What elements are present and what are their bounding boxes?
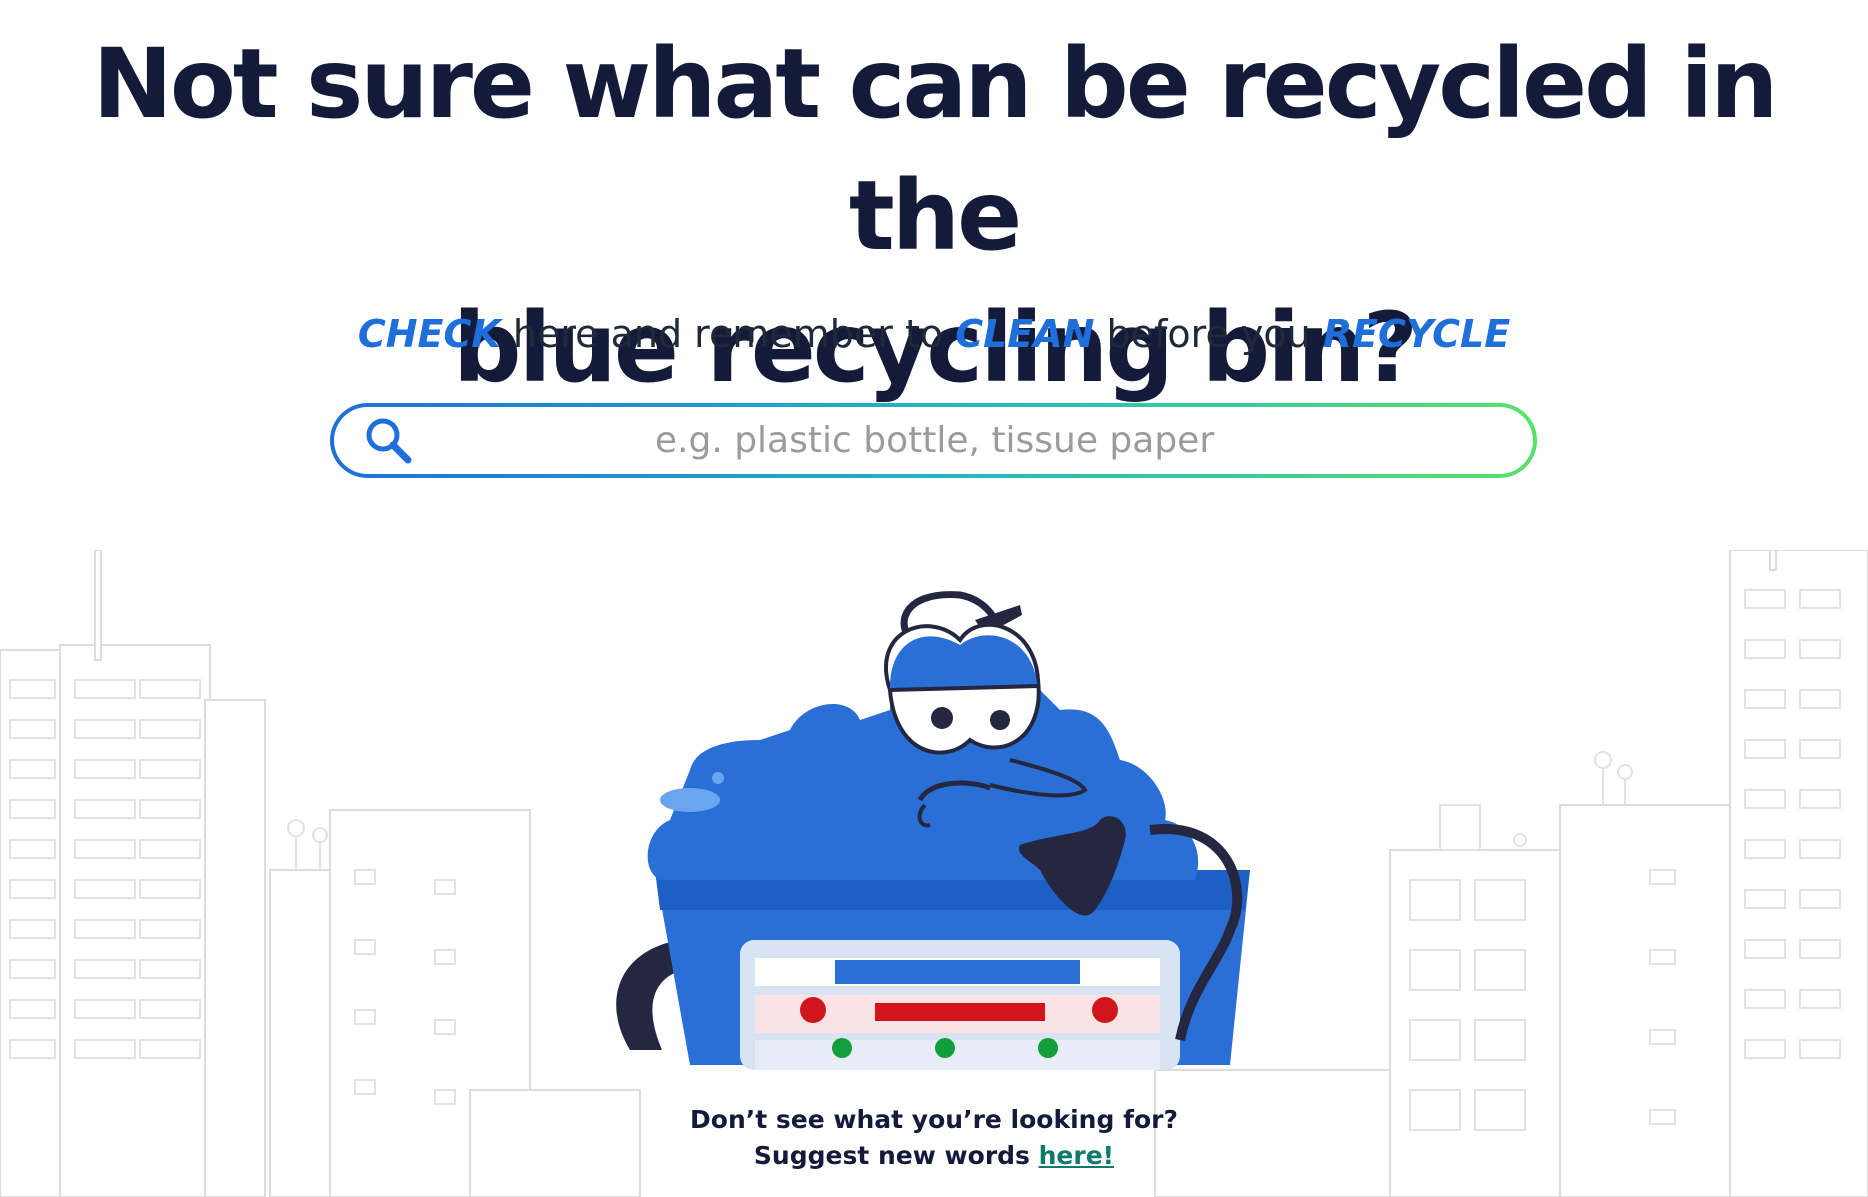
tagline-keyword-check: CHECK bbox=[357, 312, 501, 356]
suggest-words-text: Suggest new words bbox=[753, 1141, 1039, 1170]
tagline-keyword-clean: CLEAN bbox=[955, 312, 1095, 356]
recycling-bin-mascot-illustration bbox=[616, 591, 1250, 1070]
tagline-text-1: here and remember to bbox=[500, 312, 956, 356]
tagline-keyword-recycle: RECYCLE bbox=[1322, 312, 1511, 356]
search-icon[interactable] bbox=[362, 414, 416, 468]
search-input[interactable] bbox=[416, 409, 1533, 472]
suggest-words-link[interactable]: here! bbox=[1039, 1141, 1114, 1170]
search-bar-inner bbox=[334, 407, 1533, 474]
page-title-line-1: Not sure what can be recycled in the bbox=[92, 28, 1778, 272]
suggest-words-note: Don’t see what you’re looking for? Sugge… bbox=[0, 1102, 1868, 1174]
suggest-words-line-2: Suggest new words here! bbox=[0, 1138, 1868, 1174]
suggest-words-line-1: Don’t see what you’re looking for? bbox=[690, 1105, 1178, 1134]
tagline-text-2: before you bbox=[1094, 312, 1323, 356]
search-bar bbox=[330, 403, 1537, 478]
tagline: CHECK here and remember to CLEAN before … bbox=[0, 312, 1868, 356]
